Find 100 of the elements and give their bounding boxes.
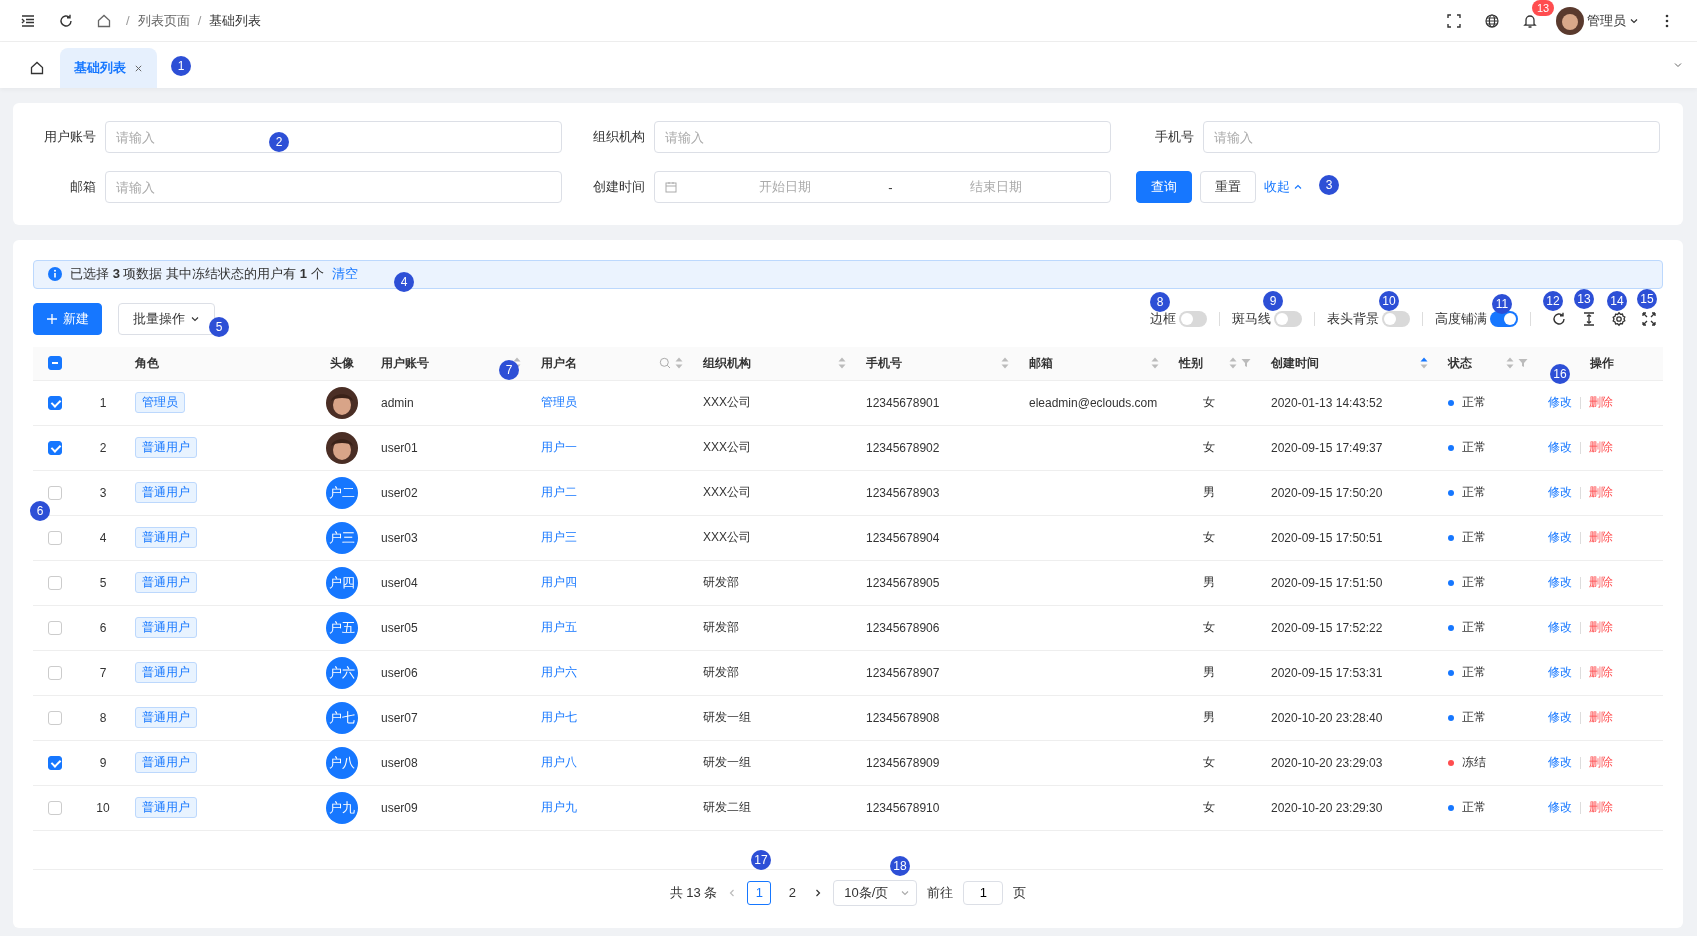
row-index: 4 (99, 530, 107, 545)
table-cell: 研发一组 (703, 754, 751, 772)
username-link[interactable]: 用户二 (541, 484, 577, 502)
column-header[interactable]: 手机号 (866, 354, 902, 372)
input-field[interactable]: 请输入 (105, 171, 562, 203)
column-header[interactable]: 创建时间 (1271, 354, 1319, 372)
edit-link[interactable]: 修改 (1548, 664, 1572, 682)
page-button[interactable]: 1 (747, 880, 772, 905)
search-button[interactable]: 查询 (1136, 171, 1192, 203)
toggle-switch[interactable] (1179, 310, 1207, 327)
edit-link[interactable]: 修改 (1548, 529, 1572, 547)
close-icon[interactable] (134, 63, 143, 73)
column-header[interactable]: 邮箱 (1029, 354, 1053, 372)
table-cell: 2020-09-15 17:53:31 (1271, 665, 1383, 680)
status-text: 正常 (1462, 484, 1486, 502)
page-button[interactable]: 2 (781, 881, 804, 904)
breadcrumb-item[interactable]: 列表页面 (137, 11, 190, 30)
delete-link[interactable]: 删除 (1589, 664, 1613, 682)
refresh-icon[interactable] (58, 12, 74, 29)
row-checkbox[interactable] (48, 800, 62, 815)
username-link[interactable]: 用户五 (541, 619, 577, 637)
row-checkbox[interactable] (48, 440, 62, 455)
clear-link[interactable]: 清空 (331, 265, 358, 284)
username-link[interactable]: 用户一 (541, 439, 577, 457)
delete-link[interactable]: 删除 (1589, 754, 1613, 772)
search-icon[interactable] (659, 357, 671, 370)
page-size-select[interactable]: 10条/页 (833, 879, 918, 906)
page-tab[interactable]: 基础列表 (60, 48, 157, 88)
edit-link[interactable]: 修改 (1548, 484, 1572, 502)
username-link[interactable]: 管理员 (541, 394, 577, 412)
row-index: 7 (99, 665, 107, 680)
input-field[interactable]: 请输入 (1203, 121, 1660, 153)
table-cell: user09 (381, 800, 418, 815)
username-link[interactable]: 用户七 (541, 709, 577, 727)
table-cell: user03 (381, 530, 418, 545)
date-range-field[interactable]: 开始日期 - 结束日期 (654, 171, 1111, 203)
column-header[interactable]: 性别 (1179, 354, 1203, 372)
menu-icon[interactable] (20, 12, 36, 29)
username-link[interactable]: 用户九 (541, 799, 577, 817)
user-name[interactable]: 管理员 (1587, 11, 1626, 30)
edit-link[interactable]: 修改 (1548, 439, 1572, 457)
row-checkbox[interactable] (48, 575, 62, 590)
row-checkbox[interactable] (48, 665, 62, 680)
home-icon[interactable] (29, 60, 45, 76)
table-cell: 2020-10-20 23:28:40 (1271, 710, 1383, 725)
bell-icon[interactable] (1522, 12, 1538, 29)
edit-link[interactable]: 修改 (1548, 619, 1572, 637)
delete-link[interactable]: 删除 (1589, 709, 1613, 727)
username-link[interactable]: 用户六 (541, 664, 577, 682)
add-button[interactable]: 新建 (33, 302, 102, 335)
delete-link[interactable]: 删除 (1589, 484, 1613, 502)
input-field[interactable]: 请输入 (654, 121, 1111, 153)
page-input[interactable]: 1 (963, 880, 1004, 905)
column-header[interactable]: 状态 (1448, 354, 1472, 372)
fullscreen-icon[interactable] (1446, 12, 1462, 29)
column-height-icon[interactable] (1581, 310, 1597, 327)
table-cell: 女 (1203, 439, 1215, 457)
edit-link[interactable]: 修改 (1548, 709, 1572, 727)
table-cell: user01 (381, 440, 418, 455)
globe-icon[interactable] (1484, 12, 1500, 29)
more-icon[interactable] (1665, 12, 1669, 29)
delete-link[interactable]: 删除 (1589, 394, 1613, 412)
collapse-link[interactable]: 收起 (1264, 178, 1303, 196)
row-checkbox[interactable] (48, 620, 62, 635)
batch-dropdown[interactable]: 批量操作 (118, 302, 215, 335)
edit-link[interactable]: 修改 (1548, 394, 1572, 412)
select-all-checkbox[interactable] (48, 356, 62, 371)
toggle-switch[interactable] (1382, 310, 1410, 327)
edit-link[interactable]: 修改 (1548, 574, 1572, 592)
column-header[interactable]: 用户账号 (381, 354, 429, 372)
username-link[interactable]: 用户三 (541, 529, 577, 547)
delete-link[interactable]: 删除 (1589, 529, 1613, 547)
delete-link[interactable]: 删除 (1589, 799, 1613, 817)
username-link[interactable]: 用户四 (541, 574, 577, 592)
toggle-switch[interactable] (1274, 310, 1302, 327)
delete-link[interactable]: 删除 (1589, 619, 1613, 637)
user-avatar[interactable] (1556, 6, 1584, 35)
table-cell: 女 (1203, 529, 1215, 547)
toggle-switch[interactable] (1490, 310, 1518, 327)
refresh-icon[interactable] (1551, 310, 1567, 327)
reset-button[interactable]: 重置 (1200, 171, 1256, 203)
row-checkbox[interactable] (48, 755, 62, 770)
row-checkbox[interactable] (48, 395, 62, 410)
delete-link[interactable]: 删除 (1589, 574, 1613, 592)
row-checkbox[interactable] (48, 530, 62, 545)
row-checkbox[interactable] (48, 485, 62, 500)
edit-link[interactable]: 修改 (1548, 799, 1572, 817)
info-icon (48, 267, 62, 282)
username-link[interactable]: 用户八 (541, 754, 577, 772)
edit-link[interactable]: 修改 (1548, 754, 1572, 772)
role-tag: 普通用户 (135, 482, 197, 504)
delete-link[interactable]: 删除 (1589, 439, 1613, 457)
sort-icon[interactable] (1420, 357, 1428, 370)
page-unit: 页 (1013, 883, 1027, 902)
column-header[interactable]: 用户名 (541, 354, 577, 372)
column-header[interactable]: 组织机构 (703, 354, 751, 372)
fullscreen-icon[interactable] (1641, 310, 1657, 327)
settings-icon[interactable] (1611, 310, 1627, 327)
home-icon[interactable] (96, 12, 112, 29)
row-checkbox[interactable] (48, 710, 62, 725)
